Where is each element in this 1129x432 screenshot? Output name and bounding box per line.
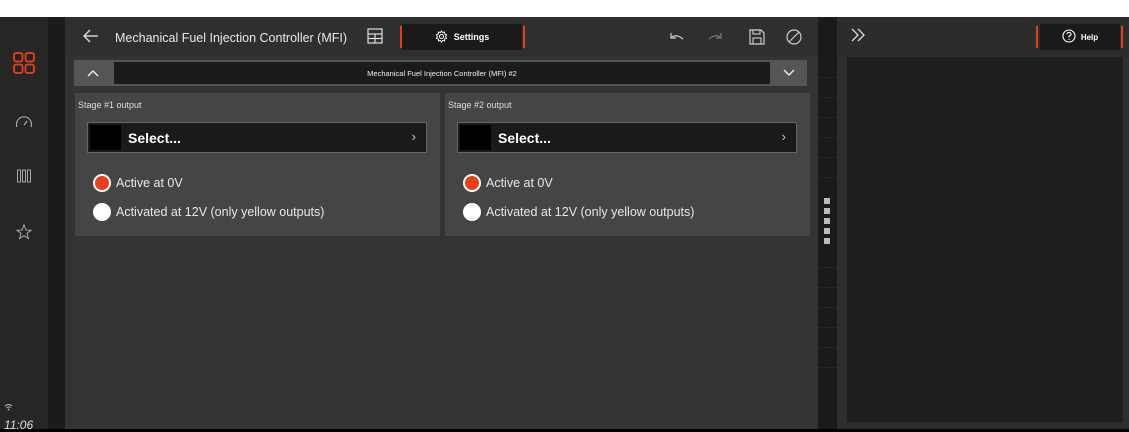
- toolbar-separator: [1036, 26, 1038, 48]
- sidebar-gap: [48, 17, 65, 429]
- radio-unselected-icon: [463, 203, 481, 221]
- top-strip: [0, 0, 1129, 17]
- help-pane: Help: [837, 17, 1129, 429]
- undo-icon[interactable]: [668, 28, 686, 46]
- drag-handle-dot: [824, 208, 830, 214]
- page-title: Mechanical Fuel Injection Controller (MF…: [115, 31, 348, 45]
- divider-line: [818, 347, 837, 348]
- chevron-down-icon: [783, 69, 795, 76]
- back-arrow-icon[interactable]: [81, 26, 101, 46]
- module-selector: Mechanical Fuel Injection Controller (MF…: [74, 60, 807, 86]
- radio-label: Active at 0V: [486, 176, 553, 190]
- stage-1-radio-active-0v[interactable]: Active at 0V: [93, 174, 183, 192]
- cancel-icon[interactable]: [785, 28, 803, 46]
- gear-icon: [435, 29, 448, 45]
- divider-line: [818, 287, 837, 288]
- stage-1-panel: Stage #1 output Select... › Active at 0V…: [75, 93, 440, 236]
- divider-line: [818, 97, 837, 98]
- divider-line: [818, 177, 837, 178]
- divider-line: [818, 367, 837, 368]
- divider-line: [818, 267, 837, 268]
- help-content: [847, 57, 1123, 422]
- radio-label: Activated at 12V (only yellow outputs): [116, 205, 325, 219]
- help-button[interactable]: Help: [1040, 24, 1120, 50]
- chevron-right-icon: ›: [781, 129, 786, 144]
- columns-icon[interactable]: [0, 165, 48, 187]
- select-placeholder: Select...: [128, 130, 181, 146]
- wifi-icon: [4, 403, 13, 414]
- radio-label: Activated at 12V (only yellow outputs): [486, 205, 695, 219]
- settings-label: Settings: [453, 32, 490, 42]
- select-placeholder: Select...: [498, 130, 551, 146]
- table-view-icon[interactable]: [367, 28, 383, 44]
- stage-2-panel: Stage #2 output Select... › Active at 0V…: [445, 93, 810, 236]
- pane-divider[interactable]: [818, 17, 837, 429]
- color-swatch: [90, 125, 121, 150]
- question-circle-icon: [1062, 29, 1076, 45]
- double-chevron-right-icon[interactable]: [850, 28, 866, 47]
- expand-down-button[interactable]: [771, 60, 807, 86]
- sidebar: 11:06: [0, 17, 48, 432]
- divider-line: [818, 137, 837, 138]
- toolbar-separator: [523, 26, 525, 48]
- radio-selected-icon: [93, 174, 111, 192]
- collapse-up-button[interactable]: [74, 60, 112, 86]
- radio-selected-icon: [463, 174, 481, 192]
- stage-2-radio-active-12v[interactable]: Activated at 12V (only yellow outputs): [463, 203, 694, 221]
- stage-2-output-select[interactable]: Select... ›: [457, 122, 797, 153]
- help-label: Help: [1080, 32, 1099, 42]
- radio-label: Active at 0V: [116, 176, 183, 190]
- toolbar-separator: [1121, 26, 1123, 48]
- settings-tab[interactable]: Settings: [402, 24, 522, 50]
- drag-handle-dot: [824, 198, 830, 204]
- gauge-icon[interactable]: [0, 111, 48, 133]
- clock-time: 11:06: [4, 418, 34, 432]
- chevron-up-icon: [87, 70, 99, 77]
- stage-1-title: Stage #1 output: [78, 100, 142, 110]
- stage-2-title: Stage #2 output: [448, 100, 512, 110]
- divider-line: [818, 327, 837, 328]
- color-swatch: [460, 125, 491, 150]
- module-name[interactable]: Mechanical Fuel Injection Controller (MF…: [114, 62, 770, 84]
- stage-1-output-select[interactable]: Select... ›: [87, 122, 427, 153]
- chevron-right-icon: ›: [411, 129, 416, 144]
- toolbar: Mechanical Fuel Injection Controller (MF…: [65, 17, 818, 57]
- divider-line: [818, 157, 837, 158]
- help-pane-toolbar: Help: [837, 17, 1129, 57]
- radio-unselected-icon: [93, 203, 111, 221]
- drag-handle-dot: [824, 228, 830, 234]
- drag-handle-dot: [824, 238, 830, 244]
- save-icon[interactable]: [748, 28, 766, 46]
- grid-squares-icon[interactable]: [0, 47, 48, 79]
- star-icon[interactable]: [0, 221, 48, 243]
- divider-line: [818, 307, 837, 308]
- stage-1-radio-active-12v[interactable]: Activated at 12V (only yellow outputs): [93, 203, 324, 221]
- divider-line: [818, 117, 837, 118]
- main-area: Mechanical Fuel Injection Controller (MF…: [65, 17, 818, 429]
- redo-icon[interactable]: [706, 28, 724, 46]
- divider-line: [818, 77, 837, 78]
- stage-2-radio-active-0v[interactable]: Active at 0V: [463, 174, 553, 192]
- drag-handle-dot: [824, 218, 830, 224]
